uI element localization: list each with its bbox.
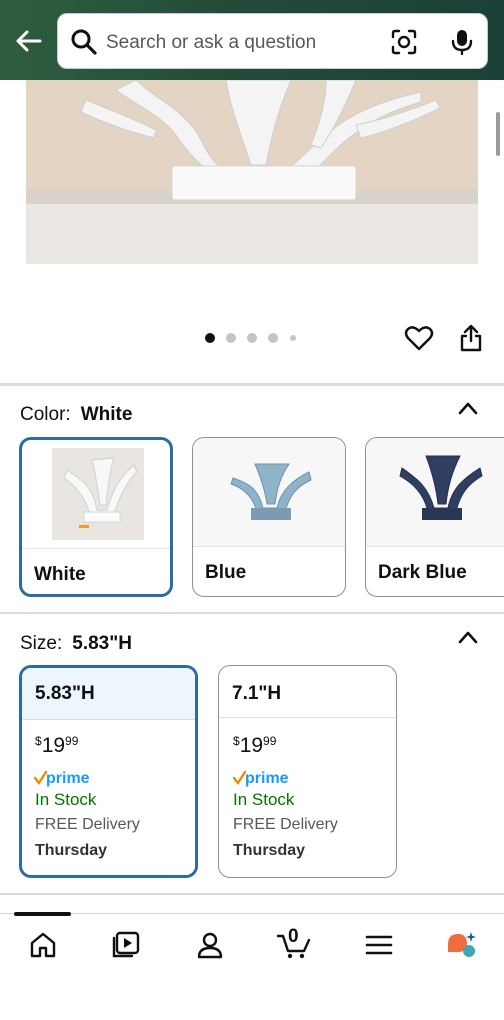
size-label-text: Size: (20, 633, 63, 654)
price-whole: 19 (41, 734, 66, 757)
color-label-text: Color: (20, 404, 71, 425)
search-icon (71, 29, 97, 55)
pagination-dot-active[interactable] (205, 333, 215, 343)
pagination-dot[interactable] (290, 335, 296, 341)
chevron-up-icon[interactable] (458, 630, 478, 644)
heart-icon[interactable] (404, 323, 434, 353)
share-icon[interactable] (458, 323, 484, 353)
price: $1999 (233, 734, 276, 758)
swatch-divider (22, 548, 170, 549)
swatch-image-blue (193, 438, 345, 546)
rufus-assistant-icon[interactable] (445, 930, 479, 960)
prime-logo-icon: prime (232, 770, 289, 787)
stock-status: In Stock (233, 790, 295, 809)
price-fraction: 99 (263, 734, 277, 748)
bottom-nav (0, 914, 504, 1020)
size-option-7-1h[interactable]: 7.1"H $1999 prime In Stock FREE Delivery… (218, 665, 397, 878)
swatch-label: White (34, 564, 86, 585)
prime-text: prime (245, 770, 289, 787)
top-bar: Search or ask a question (0, 0, 504, 80)
swatch-label: Blue (205, 562, 247, 583)
swatch-label: Dark Blue (378, 562, 467, 583)
size-option-title: 7.1"H (232, 683, 282, 704)
home-icon[interactable] (28, 930, 58, 960)
color-swatch-dark-blue[interactable]: Dark Blue (365, 437, 504, 597)
section-divider (0, 383, 504, 386)
microphone-icon[interactable] (448, 28, 476, 56)
size-option-header: 5.83"H (22, 668, 195, 720)
delivery-day: Thursday (233, 842, 306, 859)
video-icon[interactable] (111, 930, 141, 960)
prime-text: prime (46, 770, 90, 787)
swatch-image-dark-blue (366, 438, 504, 546)
section-divider (0, 893, 504, 895)
cart-count-badge: 0 (288, 926, 299, 947)
color-swatch-blue[interactable]: Blue (192, 437, 346, 597)
delivery-day: Thursday (35, 842, 108, 859)
price-fraction: 99 (65, 734, 79, 748)
size-label: Size: 5.83"H (20, 633, 132, 655)
search-input[interactable]: Search or ask a question (106, 32, 316, 54)
size-option-title: 5.83"H (35, 683, 95, 704)
size-selected-value: 5.83"H (72, 633, 132, 654)
page-scrollbar[interactable] (496, 112, 500, 156)
section-divider (0, 612, 504, 614)
product-image[interactable] (26, 80, 478, 264)
swatch-divider (193, 546, 345, 547)
pagination-dot[interactable] (247, 333, 257, 343)
arrow-left-icon[interactable] (12, 24, 46, 58)
price: $1999 (35, 734, 78, 758)
size-option-header: 7.1"H (219, 666, 396, 718)
stock-status: In Stock (35, 790, 97, 809)
chevron-up-icon[interactable] (458, 401, 478, 415)
color-swatch-white[interactable]: White (19, 437, 173, 597)
delivery-text: FREE Delivery (35, 816, 140, 833)
price-currency: $ (233, 734, 240, 748)
color-selected-value: White (80, 404, 133, 425)
swatch-divider (366, 546, 504, 547)
prime-logo-icon: prime (33, 770, 90, 787)
account-icon[interactable] (195, 930, 225, 960)
search-bar[interactable]: Search or ask a question (57, 13, 488, 69)
delivery-text: FREE Delivery (233, 816, 338, 833)
swatch-image-white (22, 440, 170, 548)
image-pagination-dots[interactable] (205, 332, 305, 344)
pagination-dot[interactable] (268, 333, 278, 343)
pagination-dot[interactable] (226, 333, 236, 343)
menu-icon[interactable] (364, 930, 394, 960)
color-label: Color: White (20, 404, 132, 426)
price-whole: 19 (239, 734, 264, 757)
size-option-5-83h[interactable]: 5.83"H $1999 prime In Stock FREE Deliver… (19, 665, 198, 878)
active-tab-indicator (14, 912, 71, 916)
camera-lens-icon[interactable] (390, 28, 418, 56)
price-currency: $ (35, 734, 42, 748)
